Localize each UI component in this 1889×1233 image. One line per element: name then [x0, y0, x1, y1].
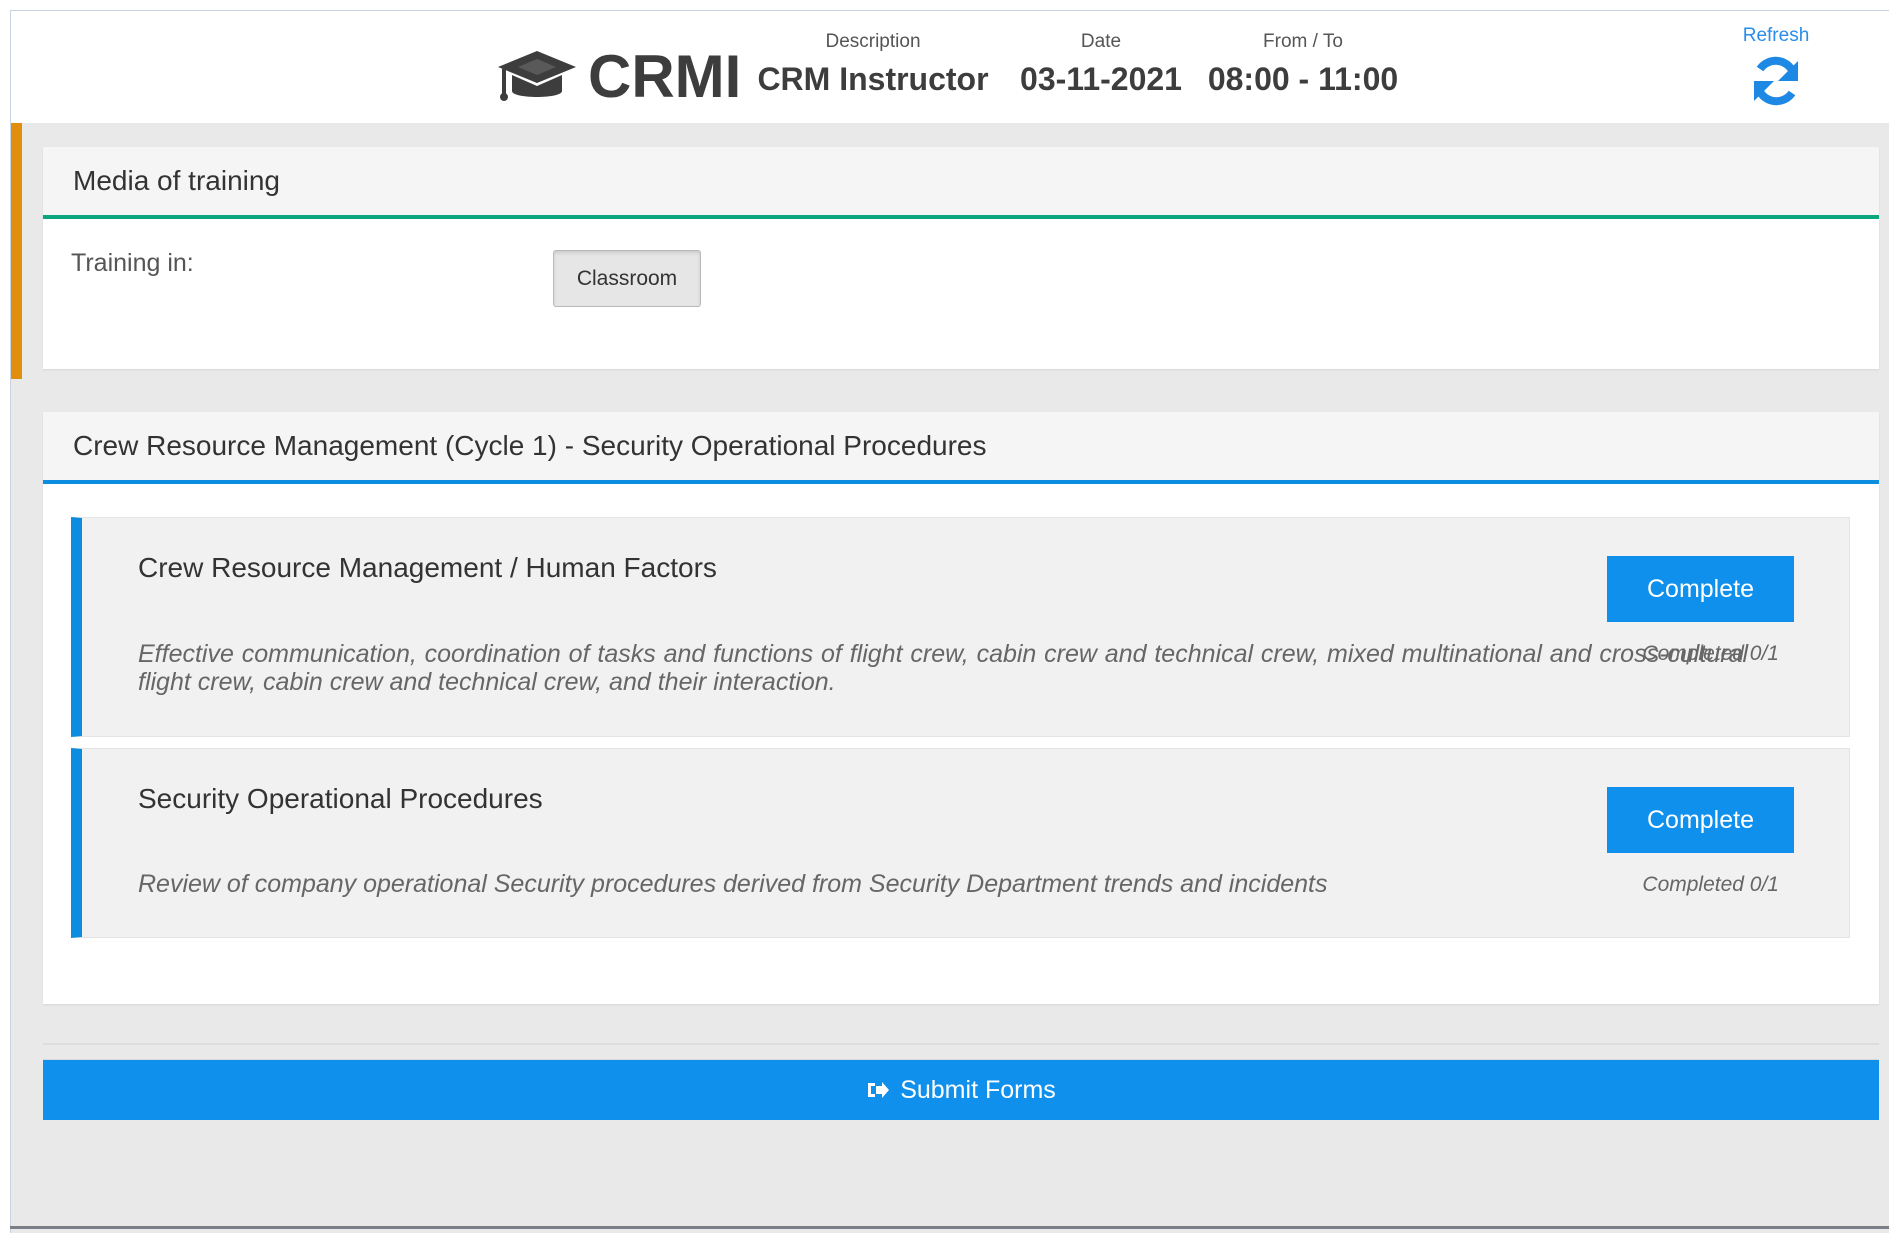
topic-description: Effective communication, coordination of…: [138, 640, 1748, 696]
topic-card: Security Operational Procedures Review o…: [71, 748, 1850, 938]
description-block: Description CRM Instructor: [757, 31, 989, 99]
description-label: Description: [825, 31, 921, 52]
date-label: Date: [1080, 31, 1122, 52]
complete-button[interactable]: Complete: [1607, 787, 1794, 853]
refresh-label: Refresh: [1742, 25, 1810, 46]
complete-button[interactable]: Complete: [1607, 556, 1794, 622]
time-label: From / To: [1263, 31, 1343, 52]
date-value: 03-11-2021: [1020, 61, 1182, 97]
date-block: Date 03-11-2021: [1020, 31, 1182, 99]
time-value: 08:00 - 11:00: [1207, 61, 1399, 97]
description-value: CRM Instructor: [757, 61, 989, 97]
topic-card: Crew Resource Management / Human Factors…: [71, 517, 1850, 737]
topic-description: Review of company operational Security p…: [138, 870, 1328, 898]
training-row: Training in: Classroom: [43, 219, 1879, 365]
brand-title: CRMI: [588, 43, 742, 110]
course-panel: Crew Resource Management (Cycle 1) - Sec…: [43, 412, 1879, 1004]
training-label: Training in:: [71, 249, 194, 277]
brand: CRMI: [496, 42, 741, 112]
media-panel: Media of training Training in: Classroom: [43, 147, 1879, 369]
completed-status: Completed 0/1: [1642, 873, 1779, 896]
divider: [43, 1043, 1879, 1045]
graduation-cap-icon: [498, 51, 576, 101]
course-panel-title: Crew Resource Management (Cycle 1) - Sec…: [43, 412, 1879, 484]
topic-title: Crew Resource Management / Human Factors: [138, 552, 717, 583]
time-block: From / To 08:00 - 11:00: [1207, 31, 1399, 99]
refresh-button[interactable]: Refresh: [1726, 25, 1826, 114]
page-header: CRMI Description CRM Instructor Date 03-…: [11, 11, 1889, 123]
sign-in-icon: [868, 1082, 890, 1098]
completed-status: Completed 0/1: [1642, 642, 1779, 665]
refresh-icon: [1754, 56, 1798, 106]
submit-forms-button[interactable]: Submit Forms: [43, 1059, 1879, 1120]
bottom-border: [10, 1226, 1889, 1229]
classroom-button[interactable]: Classroom: [553, 250, 701, 307]
submit-forms-label: Submit Forms: [900, 1075, 1056, 1104]
topic-title: Security Operational Procedures: [138, 783, 543, 814]
media-panel-title: Media of training: [43, 147, 1879, 219]
